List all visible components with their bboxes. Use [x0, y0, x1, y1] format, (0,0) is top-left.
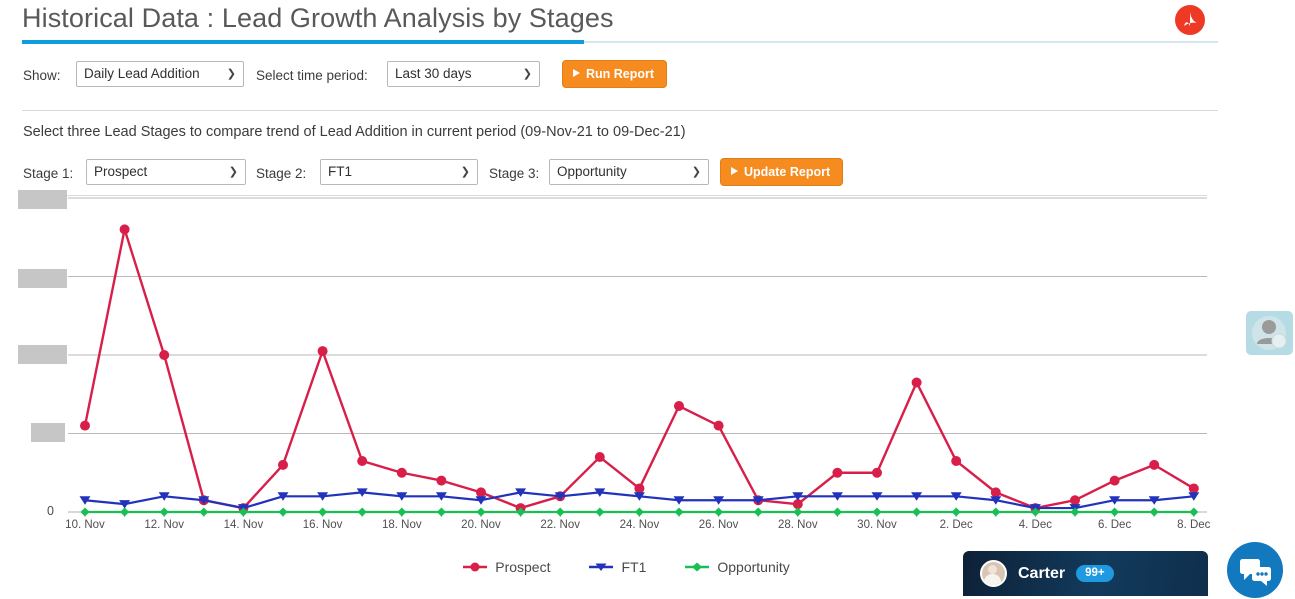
legend-label: Prospect: [495, 559, 551, 575]
chat-agent-name: Carter: [1018, 564, 1066, 582]
chat-bubbles-icon[interactable]: [1227, 542, 1283, 598]
legend-item[interactable]: Prospect: [462, 559, 550, 575]
person-avatar-icon[interactable]: [1246, 311, 1293, 355]
legend-marker-icon: [685, 562, 710, 572]
x-axis-tick-label: 18. Nov: [381, 519, 422, 531]
y-axis-label-redacted: [18, 190, 67, 209]
x-axis-tick-label: 24. Nov: [619, 519, 660, 531]
x-axis-tick-label: 4. Dec: [1018, 519, 1053, 531]
avatar: [980, 560, 1007, 587]
x-axis-tick-label: 28. Nov: [777, 519, 818, 531]
chat-unread-badge: 99+: [1076, 564, 1114, 583]
report-page: Historical Data : Lead Growth Analysis b…: [0, 0, 1295, 599]
chart-canvas: [68, 197, 1207, 517]
y-axis-label-redacted: [18, 269, 67, 288]
x-axis-tick-label: 6. Dec: [1097, 519, 1132, 531]
legend-item[interactable]: FT1: [588, 559, 646, 575]
chat-bar[interactable]: Carter 99+: [963, 551, 1208, 596]
lead-growth-line-chart: [0, 0, 1295, 599]
legend-label: FT1: [621, 559, 647, 575]
legend-marker-icon: [589, 563, 614, 571]
y-axis-label-redacted: [18, 345, 67, 364]
legend-marker-icon: [463, 562, 488, 572]
x-axis-tick-label: 2. Dec: [939, 519, 973, 531]
legend-label: Opportunity: [717, 559, 790, 575]
x-axis-tick-label: 22. Nov: [540, 519, 581, 531]
x-axis-tick-label: 14. Nov: [223, 519, 264, 531]
x-axis-tick-label: 12. Nov: [144, 519, 185, 531]
x-axis-tick-label: 26. Nov: [698, 519, 739, 531]
x-axis-tick-label: 16. Nov: [302, 519, 343, 531]
x-axis-tick-label: 30. Nov: [857, 519, 897, 531]
avatar-head: [988, 565, 997, 574]
y-axis-zero-label: 0: [47, 504, 54, 518]
x-axis-tick-label: 10. Nov: [65, 519, 105, 531]
y-axis-label-redacted: [31, 423, 65, 442]
legend-item[interactable]: Opportunity: [684, 559, 790, 575]
x-axis-tick-label: 8. Dec: [1177, 519, 1211, 531]
x-axis-tick-label: 20. Nov: [461, 519, 501, 531]
avatar-body: [984, 574, 1001, 585]
